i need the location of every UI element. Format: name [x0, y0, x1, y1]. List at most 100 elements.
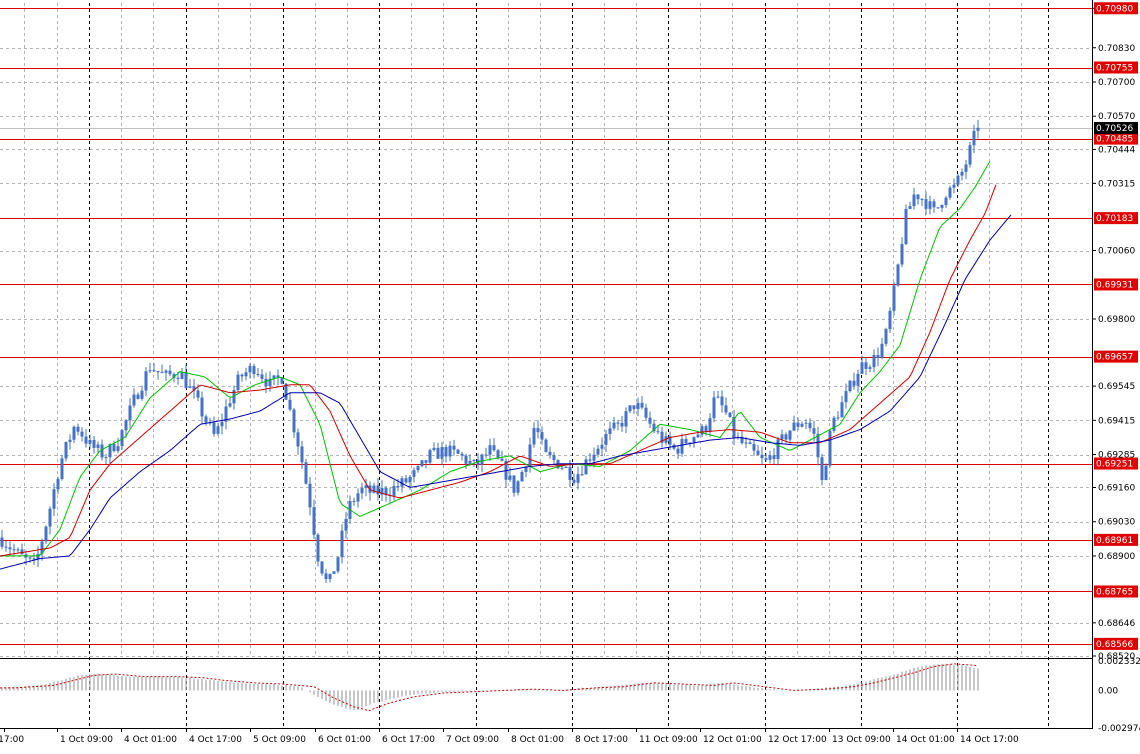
candle-body [516, 481, 520, 493]
candle-body [936, 207, 940, 209]
candle-body [768, 455, 772, 460]
candle-body [216, 426, 220, 434]
candle-body [956, 175, 960, 185]
candle-body [220, 421, 224, 427]
candle-body [924, 199, 928, 209]
candle-body [636, 402, 640, 410]
candle-body [876, 355, 880, 358]
candle-body [200, 397, 204, 417]
candle-body [568, 466, 572, 480]
price-axis-label: 0.70830 [1098, 44, 1135, 54]
candle-body [648, 417, 652, 424]
candle-body [892, 285, 896, 311]
time-axis-label: 14 Oct 01:00 [896, 735, 955, 745]
candle-body [608, 428, 612, 434]
price-axis-label: 0.70060 [1098, 247, 1135, 257]
candle-body [80, 431, 84, 437]
candle-body [488, 445, 492, 455]
candle-body [240, 374, 244, 377]
candle-body [844, 391, 848, 403]
candle-body [804, 422, 808, 424]
time-axis-label: 12 Oct 01:00 [703, 735, 762, 745]
candle-body [408, 476, 412, 483]
candle-body [600, 444, 604, 449]
level-label: 0.69657 [1096, 353, 1133, 363]
candle-body [64, 441, 68, 459]
candle-body [760, 454, 764, 459]
candle-body [764, 458, 768, 460]
candle-body [536, 428, 540, 433]
candle-body [96, 444, 100, 448]
candle-body [544, 439, 548, 452]
candle-body [572, 479, 576, 483]
candle-body [976, 127, 980, 131]
candle-body [460, 453, 464, 456]
candle-body [624, 411, 628, 427]
candle-body [396, 486, 400, 488]
candle-body [428, 450, 432, 463]
candle-body [948, 187, 952, 198]
time-axis-label: 8 Oct 01:00 [511, 735, 564, 745]
candle-body [424, 460, 428, 463]
candle-body [824, 465, 828, 481]
time-axis-label: 8 Oct 17:00 [575, 735, 628, 745]
candle-body [776, 439, 780, 459]
price-axis-label: 0.69800 [1098, 315, 1135, 325]
candle-body [76, 426, 80, 432]
current-price-label: 0.70526 [1096, 124, 1133, 134]
candle-body [780, 434, 784, 440]
candle-body [884, 329, 888, 344]
candle-body [576, 474, 580, 483]
candle-body [840, 402, 844, 418]
candle-body [552, 455, 556, 460]
candle-body [456, 449, 460, 454]
candle-body [440, 447, 444, 459]
candle-body [404, 478, 408, 483]
candle-body [484, 454, 488, 456]
candle-body [676, 448, 680, 454]
candle-body [8, 547, 12, 550]
candle-body [300, 446, 304, 463]
candle-body [792, 422, 796, 431]
candle-body [48, 508, 52, 527]
level-label: 0.70755 [1096, 64, 1133, 74]
current-price-marker: 0.70526 [1094, 122, 1138, 134]
time-axis-label: 13 Oct 09:00 [832, 735, 891, 745]
candle-body [212, 422, 216, 434]
candle-body [356, 493, 360, 502]
candle-body [4, 546, 8, 548]
price-axis-label: 0.69415 [1098, 416, 1135, 426]
candle-body [468, 460, 472, 464]
candle-body [88, 440, 92, 444]
trading-chart[interactable]: 0.70980 0.70830 0.70700 0.70570 0.70444 0.703… [0, 0, 1140, 754]
time-axis-label: 6 Oct 01:00 [318, 735, 371, 745]
price-axis-label: 0.69545 [1098, 382, 1135, 392]
candle-body [592, 454, 596, 461]
candle-body [436, 447, 440, 459]
candle-body [448, 445, 452, 457]
candle-body [304, 462, 308, 484]
candle-body [360, 488, 364, 494]
candle-body [340, 530, 344, 558]
candle-body [540, 432, 544, 440]
candle-body [520, 471, 524, 482]
candle-body [248, 366, 252, 373]
candle-body [44, 526, 48, 542]
candle-body [696, 434, 700, 438]
candle-body [632, 405, 636, 410]
candle-body [60, 458, 64, 480]
candle-body [712, 397, 716, 419]
candle-body [720, 396, 724, 406]
candle-body [748, 442, 752, 444]
candle-body [352, 501, 356, 503]
candle-body [836, 417, 840, 419]
candle-body [412, 470, 416, 477]
candle-body [952, 184, 956, 188]
candle-body [228, 403, 232, 407]
candle-body [16, 549, 20, 551]
candle-body [612, 422, 616, 429]
candle-body [972, 130, 976, 146]
candle-body [28, 557, 32, 559]
candle-body [112, 444, 116, 452]
candle-body [968, 145, 972, 165]
